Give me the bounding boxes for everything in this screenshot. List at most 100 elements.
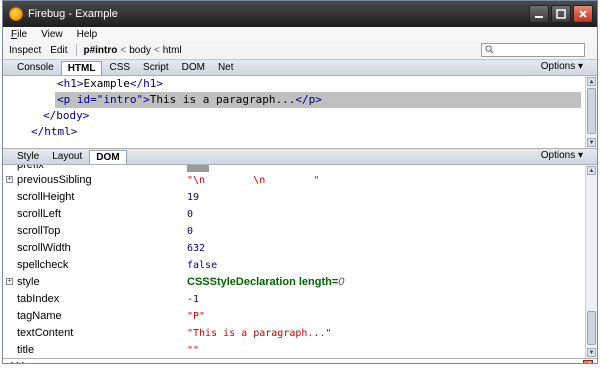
tab-style[interactable]: Style [11,150,45,163]
body-close-tag: </body> [43,109,90,122]
menu-file-label: ile [17,28,28,40]
dom-prop-badge [187,165,209,172]
minimize-button[interactable] [529,5,549,23]
dom-row-textContent[interactable]: textContent "This is a paragraph..." [3,325,583,342]
dom-prop-name: previousSibling [17,174,92,186]
html-close-tag: </html> [31,125,78,138]
tab-dom[interactable]: DOM [176,61,211,74]
dom-property-pane: prefix + previousSibling "\n \n " scroll… [3,165,597,358]
dom-prop-name: title [17,344,35,356]
breadcrumb-item-body[interactable]: body [129,45,151,56]
side-options-button[interactable]: Options ▾ [541,150,583,161]
dom-prop-value: 632 [187,243,206,254]
dom-prop-name: style [17,276,40,288]
dom-pane-scrollbar[interactable]: ▲ ▼ [585,165,597,358]
source-line-h1[interactable]: <h1>Example</h1> [57,76,163,92]
p-open-tag: <p id="intro"> [57,93,150,106]
tab-dom-side[interactable]: DOM [89,150,127,164]
menu-view[interactable]: View [41,29,63,40]
breadcrumb-item-html[interactable]: html [163,45,182,56]
dom-row-scrollHeight[interactable]: scrollHeight 19 [3,189,583,206]
main-options-button[interactable]: Options ▾ [541,61,583,72]
close-icon [579,10,587,18]
html-source-pane: <h1>Example</h1> <p id="intro">This is a… [3,76,597,149]
dom-row-scrollLeft[interactable]: scrollLeft 0 [3,206,583,223]
source-line-html-close[interactable]: </html> [31,124,77,140]
h1-close-tag: </h1> [129,77,163,90]
scroll-thumb[interactable] [587,311,596,345]
firebug-window: Firebug - Example File View Help Inspect… [2,0,598,364]
breadcrumb-item-p-intro[interactable]: p#intro [83,45,117,56]
title-bar: Firebug - Example [3,1,597,27]
dom-prop-value: false [187,260,218,271]
dom-prop-value: "This is a paragraph..." [187,328,332,339]
dom-prop-value: "\n \n " [187,175,320,186]
expand-icon[interactable]: + [6,278,13,285]
dom-row-spellcheck[interactable]: spellcheck false [3,257,583,274]
search-input[interactable] [481,43,585,57]
dom-row-style[interactable]: + style CSSStyleDeclaration length=0 [3,274,583,291]
breadcrumb-separator: < [153,44,160,56]
dom-prop-value: "" [187,345,200,356]
tab-net[interactable]: Net [212,61,240,74]
toolbar-separator [76,44,78,56]
dom-row-scrollTop[interactable]: scrollTop 0 [3,223,583,240]
tab-layout[interactable]: Layout [46,150,88,163]
p-text: This is a paragraph... [149,93,296,106]
expand-command-editor-icon[interactable]: ⤢ [583,360,593,363]
dom-prop-name: tabIndex [17,293,60,305]
expand-icon[interactable]: + [6,176,13,183]
p-close-tag: </p> [295,93,322,106]
search-icon [485,45,494,54]
menu-file[interactable]: File [11,29,27,40]
dom-prop-name: spellcheck [17,259,69,271]
h1-text: Example [83,77,130,90]
breadcrumb: p#intro < body < html [83,45,181,56]
dom-row-title[interactable]: title "" [3,342,583,358]
scroll-up-arrow-icon[interactable]: ▲ [587,77,596,86]
dom-row-scrollWidth[interactable]: scrollWidth 632 [3,240,583,257]
firebug-logo-icon [9,7,23,21]
tab-console[interactable]: Console [11,61,60,74]
window-controls [529,5,593,23]
dom-prop-value: "P" [187,311,206,322]
dom-prop-name: scrollWidth [17,242,71,254]
edit-button[interactable]: Edit [50,45,67,56]
maximize-button[interactable] [551,5,571,23]
dom-prop-name: scrollTop [17,225,61,237]
dom-row-tagName[interactable]: tagName "P" [3,308,583,325]
scroll-down-arrow-icon[interactable]: ▼ [587,138,596,147]
scroll-up-arrow-icon[interactable]: ▲ [587,166,596,175]
minimize-icon [535,16,543,18]
dom-row-tabIndex[interactable]: tabIndex -1 [3,291,583,308]
dom-obj-label: CSSStyleDeclaration length= [187,276,339,288]
dom-prop-value: 0 [187,226,194,237]
breadcrumb-separator: < [120,44,127,56]
scroll-thumb[interactable] [587,88,596,134]
main-tab-bar: Console HTML CSS Script DOM Net Options … [3,60,597,76]
dom-obj-count: 0 [338,276,345,288]
html-pane-scrollbar[interactable]: ▲ ▼ [585,76,597,148]
scroll-down-arrow-icon[interactable]: ▼ [587,348,596,357]
source-line-body-close[interactable]: </body> [43,108,89,124]
source-line-p-selected[interactable]: <p id="intro">This is a paragraph...</p> [55,92,581,108]
tab-css[interactable]: CSS [103,61,136,74]
dom-prop-value: 19 [187,192,200,203]
dom-prop-name: textContent [17,327,74,339]
command-line[interactable]: >>> ⤢ [3,358,597,363]
tab-script[interactable]: Script [137,61,175,74]
dom-prop-value: 0 [187,209,194,220]
close-button[interactable] [573,5,593,23]
side-tab-bar: Style Layout DOM Options ▾ [3,149,597,165]
maximize-icon [556,9,566,19]
dom-prop-name: tagName [17,310,62,322]
dom-prop-name: scrollHeight [17,191,75,203]
inspect-button[interactable]: Inspect [9,45,41,56]
dom-prop-name: scrollLeft [17,208,62,220]
window-title: Firebug - Example [28,8,118,20]
h1-open-tag: <h1> [57,77,84,90]
dom-row-previousSibling[interactable]: + previousSibling "\n \n " [3,172,583,189]
tab-html[interactable]: HTML [60,61,103,75]
menu-bar: File View Help [3,27,597,41]
menu-help[interactable]: Help [77,29,98,40]
